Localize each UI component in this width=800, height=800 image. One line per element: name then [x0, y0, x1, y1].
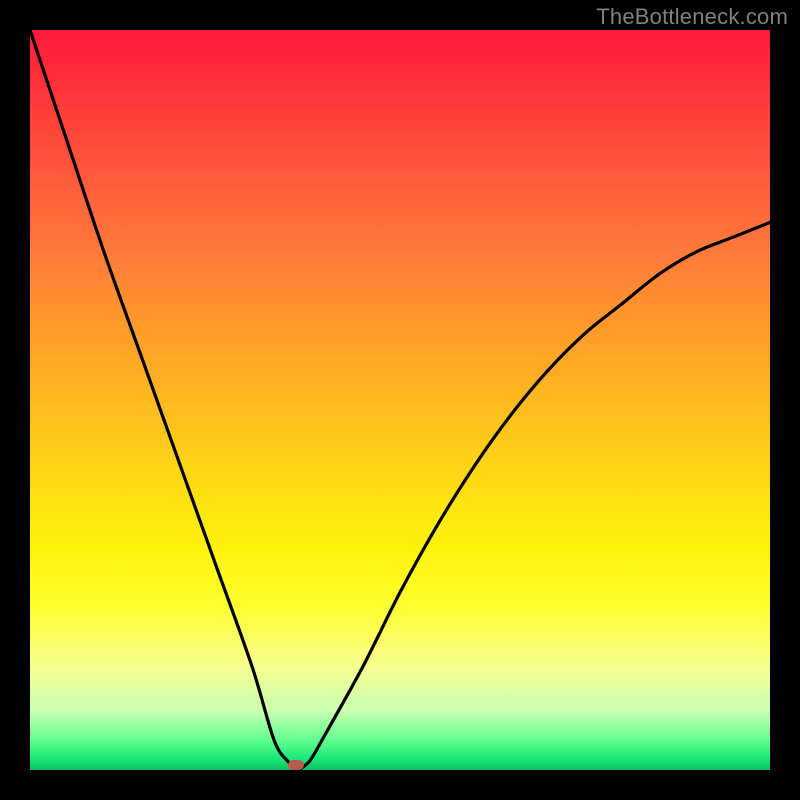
curve-layer [30, 30, 770, 770]
bottleneck-curve [30, 30, 770, 770]
plot-area [30, 30, 770, 770]
chart-frame: TheBottleneck.com [0, 0, 800, 800]
minimum-marker [288, 760, 304, 770]
watermark-text: TheBottleneck.com [596, 4, 788, 30]
